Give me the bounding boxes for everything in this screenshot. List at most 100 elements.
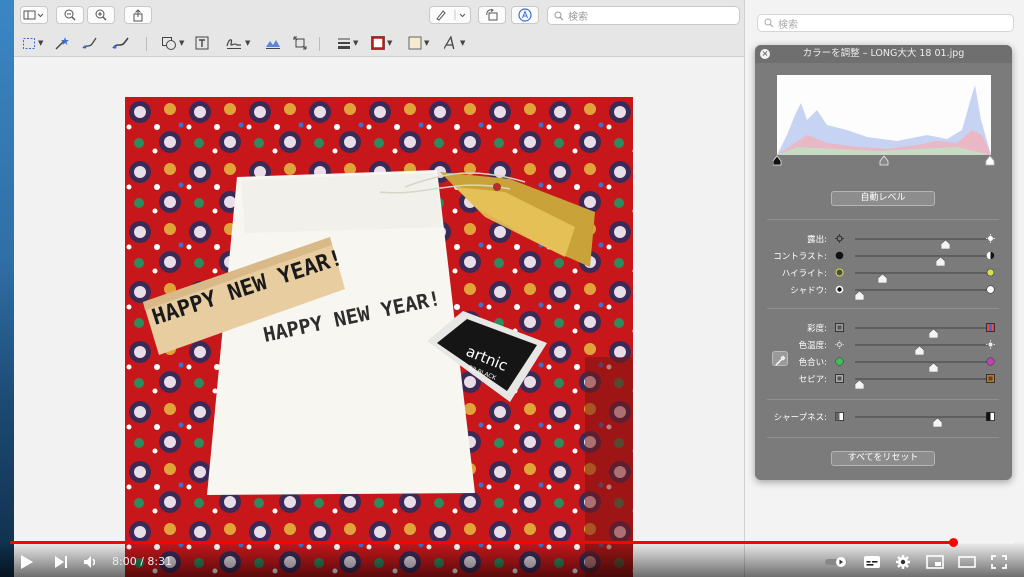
highlights-low-icon xyxy=(835,268,844,277)
sharpness-low-icon xyxy=(835,412,844,421)
slider-knob[interactable] xyxy=(877,268,887,284)
slider-track[interactable] xyxy=(855,255,989,257)
next-icon xyxy=(55,556,67,568)
shadows-low-icon xyxy=(835,285,844,294)
sharpness-high-icon xyxy=(986,412,995,421)
autoplay-icon xyxy=(825,557,847,567)
sign-icon xyxy=(226,39,241,49)
slider-track[interactable] xyxy=(855,272,989,274)
line-style-tool[interactable]: ▼ xyxy=(337,35,358,51)
share-icon xyxy=(133,8,143,21)
sign-tool[interactable]: ▼ xyxy=(225,35,250,51)
preview-toolbar: 検索 xyxy=(14,0,744,30)
markup-pen-button[interactable] xyxy=(429,6,471,24)
annotate-icon xyxy=(518,8,532,22)
theater-mode-button[interactable] xyxy=(956,552,978,572)
eyedropper-button[interactable] xyxy=(772,351,788,366)
toolbar-divider xyxy=(146,37,147,51)
annotate-button[interactable] xyxy=(511,6,539,24)
rotate-icon xyxy=(486,9,498,21)
histogram-graph xyxy=(777,85,991,155)
adjust-color-panel: カラーを調整 – LONG大大 18 01.jpg × 自動レベル 露出: コン… xyxy=(755,45,1012,480)
close-icon[interactable]: × xyxy=(760,49,770,59)
shapes-tool[interactable]: ▼ xyxy=(161,35,184,51)
shadows-label: シャドウ: xyxy=(790,286,827,296)
next-button[interactable] xyxy=(51,552,71,572)
subtitles-icon xyxy=(864,556,880,568)
search-input[interactable]: 検索 xyxy=(547,6,740,25)
adjust-size-tool[interactable] xyxy=(293,35,307,51)
draw-icon xyxy=(112,37,129,49)
border-color-tool[interactable]: ▼ xyxy=(371,35,392,51)
exposure-label: 露出: xyxy=(807,235,827,245)
reset-all-button[interactable]: すべてをリセット xyxy=(831,451,935,466)
zoom-in-icon xyxy=(95,9,107,21)
gear-icon xyxy=(896,555,910,569)
saturation-high-icon xyxy=(986,323,995,332)
histogram xyxy=(777,75,991,155)
progress-scrubber[interactable] xyxy=(948,538,958,547)
shapes-icon xyxy=(162,37,176,50)
adjust-size-icon xyxy=(293,36,307,50)
text-tool[interactable] xyxy=(195,35,209,51)
slider-knob[interactable] xyxy=(940,234,950,250)
slider-knob[interactable] xyxy=(929,323,939,339)
volume-button[interactable] xyxy=(81,552,101,572)
slider-track[interactable] xyxy=(855,416,989,418)
draw-tool[interactable] xyxy=(111,35,131,51)
rect-select-tool[interactable]: ▼ xyxy=(22,35,43,51)
instant-alpha-tool[interactable] xyxy=(54,35,70,51)
auto-levels-button[interactable]: 自動レベル xyxy=(831,191,935,206)
shadows-high-icon xyxy=(986,285,995,294)
photo-illustration: HAPPY NEW YEAR! HAPPY NEW YEAR! artnic 8… xyxy=(125,97,633,577)
video-progress-played[interactable] xyxy=(10,541,953,544)
levels-handles[interactable] xyxy=(773,155,995,167)
slider-knob[interactable] xyxy=(932,412,943,428)
share-button[interactable] xyxy=(124,6,152,24)
adjust-color-tool[interactable] xyxy=(265,35,281,51)
right-search-input[interactable]: 検索 xyxy=(757,14,1014,32)
tint-high-icon xyxy=(986,357,995,366)
eyedropper-icon xyxy=(775,355,786,366)
fullscreen-icon xyxy=(991,555,1007,569)
autoplay-toggle[interactable] xyxy=(823,552,849,572)
slider-knob[interactable] xyxy=(915,340,925,356)
slider-track[interactable] xyxy=(855,289,989,291)
sidebar-icon xyxy=(23,10,44,20)
text-icon xyxy=(195,36,209,50)
sidebar-toggle-button[interactable] xyxy=(20,6,48,24)
toolbar-divider xyxy=(319,37,320,51)
slider-track[interactable] xyxy=(855,361,989,363)
miniplayer-button[interactable] xyxy=(924,552,946,572)
play-button[interactable] xyxy=(16,552,38,572)
saturation-low-icon xyxy=(835,323,844,332)
fullscreen-button[interactable] xyxy=(988,552,1010,572)
slider-knob[interactable] xyxy=(854,285,865,301)
slider-knob[interactable] xyxy=(929,357,939,373)
slider-track[interactable] xyxy=(855,238,989,240)
contrast-label: コントラスト: xyxy=(773,252,827,262)
search-icon xyxy=(764,18,774,28)
zoom-out-button[interactable] xyxy=(56,6,84,24)
rotate-button[interactable] xyxy=(478,6,506,24)
fill-color-tool[interactable]: ▼ xyxy=(408,35,429,51)
miniplayer-icon xyxy=(926,555,944,569)
sketch-tool[interactable] xyxy=(81,35,99,51)
temperature-low-icon xyxy=(835,340,844,349)
sharpness-label: シャープネス: xyxy=(773,413,827,423)
subtitles-button[interactable] xyxy=(861,552,883,572)
saturation-label: 彩度: xyxy=(807,324,827,334)
sepia-high-icon xyxy=(986,374,995,383)
zoom-in-button[interactable] xyxy=(87,6,115,24)
zoom-out-icon xyxy=(64,9,76,21)
volume-icon xyxy=(84,556,96,568)
settings-button[interactable] xyxy=(893,552,913,572)
slider-knob[interactable] xyxy=(935,251,945,267)
slider-track[interactable] xyxy=(855,327,989,329)
right-search-placeholder: 検索 xyxy=(778,19,798,31)
slider-knob[interactable] xyxy=(854,374,865,390)
text-style-tool[interactable]: ▼ xyxy=(444,35,465,51)
slider-track[interactable] xyxy=(855,378,989,380)
document-photo: HAPPY NEW YEAR! HAPPY NEW YEAR! artnic 8… xyxy=(125,97,633,577)
separator xyxy=(767,437,999,438)
